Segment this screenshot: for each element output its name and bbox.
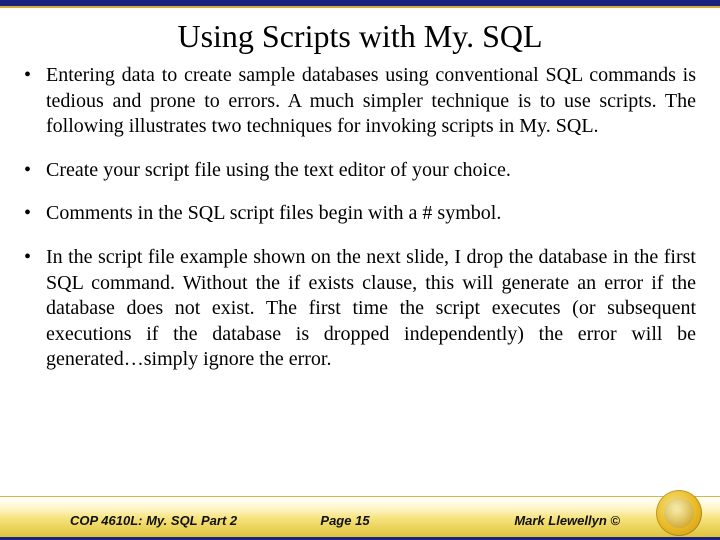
slide-title: Using Scripts with My. SQL — [0, 18, 720, 55]
bullet-list: Entering data to create sample databases… — [22, 63, 696, 373]
footer-left: COP 4610L: My. SQL Part 2 — [70, 513, 253, 528]
bullet-item: Comments in the SQL script files begin w… — [22, 201, 696, 227]
bullet-item: Create your script file using the text e… — [22, 158, 696, 184]
top-border — [0, 0, 720, 8]
slide: Using Scripts with My. SQL Entering data… — [0, 0, 720, 540]
bullet-item: In the script file example shown on the … — [22, 245, 696, 373]
ucf-logo-icon — [656, 490, 702, 536]
footer: COP 4610L: My. SQL Part 2 Page 15 Mark L… — [0, 488, 720, 540]
slide-content: Entering data to create sample databases… — [0, 63, 720, 373]
footer-right: Mark Llewellyn © — [437, 513, 630, 528]
footer-center: Page 15 — [253, 513, 436, 528]
bullet-item: Entering data to create sample databases… — [22, 63, 696, 140]
footer-text: COP 4610L: My. SQL Part 2 Page 15 Mark L… — [0, 513, 720, 528]
